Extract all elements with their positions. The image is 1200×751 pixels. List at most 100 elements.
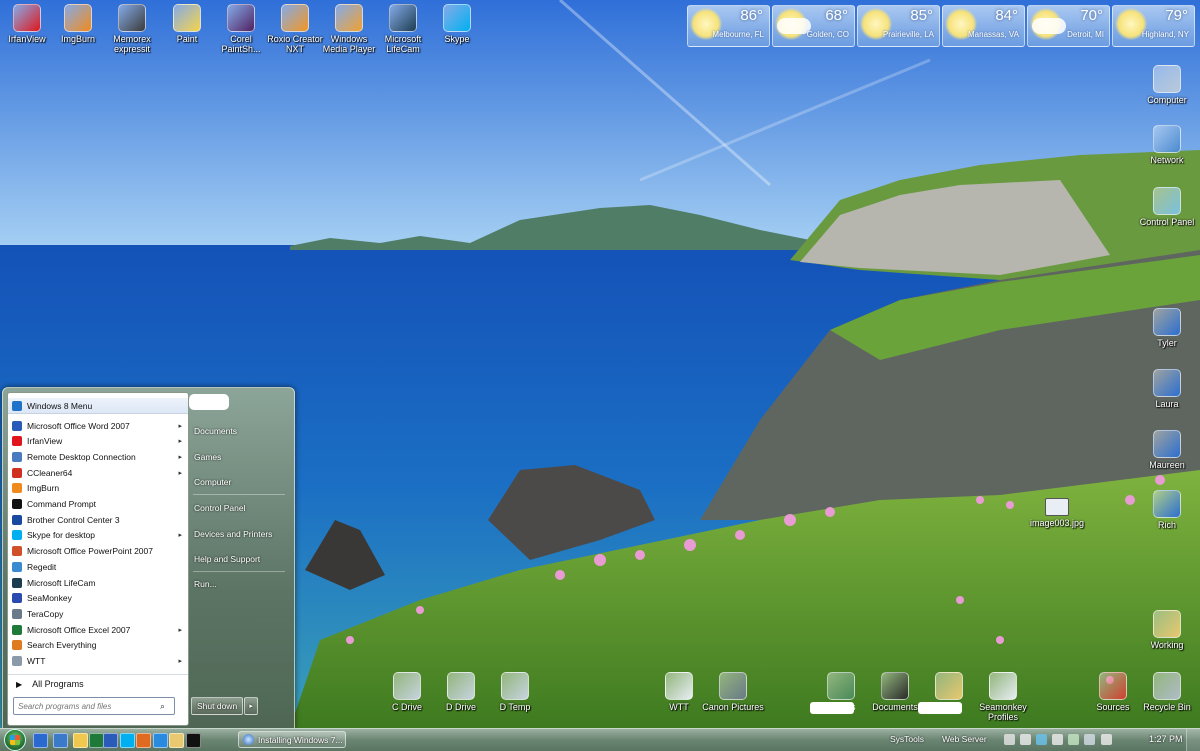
tray-sync-icon[interactable] bbox=[1036, 734, 1047, 745]
shutdown-options-arrow-icon[interactable]: ▸ bbox=[244, 697, 259, 715]
paintshop-shortcut[interactable]: Corel PaintSh... bbox=[210, 4, 272, 54]
user-laura-shortcut[interactable]: Laura bbox=[1136, 369, 1198, 409]
start-menu-item[interactable]: Remote Desktop Connection ▸ bbox=[8, 449, 188, 464]
media-player-shortcut[interactable]: Windows Media Player bbox=[318, 4, 380, 54]
start-menu-item[interactable]: Microsoft Office Word 2007 ▸ bbox=[8, 418, 188, 433]
user-rich-shortcut[interactable]: Rich bbox=[1136, 490, 1198, 530]
weather-gadget[interactable]: 86° Melbourne, FL 68° Golden, CO 85° Prairiev… bbox=[687, 5, 1195, 47]
all-programs-button[interactable]: ▶ All Programs bbox=[8, 674, 188, 693]
documents-blurred-shortcut[interactable]: Documents bbox=[810, 672, 872, 714]
start-orb-button[interactable] bbox=[4, 729, 26, 751]
ql-remote-desktop-icon[interactable] bbox=[53, 733, 68, 748]
image003-file-icon[interactable]: image003.jpg bbox=[1027, 498, 1087, 528]
sources-shortcut[interactable]: Sources bbox=[1082, 672, 1144, 712]
start-menu-item[interactable]: SeaMonkey bbox=[8, 591, 188, 606]
shutdown-button[interactable]: Shut down bbox=[191, 697, 244, 715]
start-menu-item[interactable]: WTT ▸ bbox=[8, 654, 188, 669]
wtt-shortcut[interactable]: WTT bbox=[648, 672, 710, 712]
show-desktop-button[interactable] bbox=[1186, 729, 1200, 751]
start-link-devices-and-printers[interactable]: Devices and Printers bbox=[189, 524, 289, 544]
clock[interactable]: 1:27 PM bbox=[1149, 734, 1183, 744]
start-search-input[interactable] bbox=[14, 700, 160, 712]
user-name-redacted[interactable] bbox=[189, 394, 229, 410]
start-link-computer[interactable]: Computer bbox=[189, 472, 289, 492]
taskbar-button-installing-windows7[interactable]: Installing Windows 7... bbox=[238, 731, 346, 748]
ql-ie-icon[interactable] bbox=[153, 733, 168, 748]
wtt-icon bbox=[665, 672, 693, 700]
webserver-toolbar[interactable]: Web Server bbox=[942, 734, 987, 744]
d-drive-shortcut[interactable]: D Drive bbox=[430, 672, 492, 712]
ql-excel-icon[interactable] bbox=[89, 733, 104, 748]
paint-shortcut[interactable]: Paint bbox=[156, 4, 218, 44]
weather-tile[interactable]: 68° Golden, CO bbox=[772, 5, 855, 47]
ql-folder-icon[interactable] bbox=[169, 733, 184, 748]
tray-flag-icon[interactable] bbox=[1052, 734, 1063, 745]
computer-shortcut[interactable]: Computer bbox=[1136, 65, 1198, 105]
desktop-icon-label: Roxio Creator NXT bbox=[267, 34, 323, 54]
weather-tile[interactable]: 86° Melbourne, FL bbox=[687, 5, 770, 47]
start-menu-item[interactable]: Skype for desktop ▸ bbox=[8, 528, 188, 543]
network-icon bbox=[1153, 125, 1181, 153]
weather-tile[interactable]: 70° Detroit, MI bbox=[1027, 5, 1110, 47]
lifecam-shortcut[interactable]: Microsoft LifeCam bbox=[372, 4, 434, 54]
search-icon[interactable]: ⌕ bbox=[160, 701, 165, 712]
tray-display-icon[interactable] bbox=[1084, 734, 1095, 745]
program-icon bbox=[12, 561, 22, 572]
start-item-windows8-menu[interactable]: Windows 8 Menu bbox=[8, 398, 188, 414]
d-drive-icon bbox=[447, 672, 475, 700]
start-menu-item[interactable]: Regedit bbox=[8, 559, 188, 574]
ql-cmd-icon[interactable] bbox=[186, 733, 201, 748]
weather-temperature: 68° bbox=[825, 7, 848, 24]
ql-word-icon[interactable] bbox=[103, 733, 118, 748]
roxio-shortcut[interactable]: Roxio Creator NXT bbox=[264, 4, 326, 54]
c-drive-shortcut[interactable]: C Drive bbox=[376, 672, 438, 712]
tray-volume-icon[interactable] bbox=[1101, 734, 1112, 745]
paintshop-icon bbox=[227, 4, 255, 32]
user-maureen-shortcut[interactable]: Maureen bbox=[1136, 430, 1198, 470]
start-menu-item[interactable]: Command Prompt bbox=[8, 497, 188, 512]
imgburn-shortcut[interactable]: ImgBurn bbox=[47, 4, 109, 44]
start-link-control-panel[interactable]: Control Panel bbox=[189, 498, 289, 518]
control-panel-shortcut[interactable]: Control Panel bbox=[1136, 187, 1198, 227]
memorex-shortcut[interactable]: Memorex expressit bbox=[101, 4, 163, 54]
menu-separator bbox=[193, 571, 285, 572]
image003-label: image003.jpg bbox=[1029, 518, 1085, 528]
weather-tile[interactable]: 85° Prairieville, LA bbox=[857, 5, 940, 47]
systools-toolbar[interactable]: SysTools bbox=[890, 734, 924, 744]
start-search-box[interactable]: ⌕ bbox=[13, 697, 175, 715]
skype-shortcut[interactable]: Skype bbox=[426, 4, 488, 44]
start-link-run[interactable]: Run... bbox=[189, 574, 289, 594]
start-menu-item[interactable]: CCleaner64 ▸ bbox=[8, 465, 188, 480]
ql-skype-icon[interactable] bbox=[120, 733, 135, 748]
user-tyler-shortcut[interactable]: Tyler bbox=[1136, 308, 1198, 348]
d-temp-shortcut[interactable]: D Temp bbox=[484, 672, 546, 712]
ql-show-desktop-icon[interactable] bbox=[33, 733, 48, 748]
start-menu-item[interactable]: TeraCopy bbox=[8, 606, 188, 621]
canon-pictures-shortcut[interactable]: Canon Pictures bbox=[702, 672, 764, 712]
working-folder-shortcut[interactable]: Working bbox=[1136, 610, 1198, 650]
start-link-help-and-support[interactable]: Help and Support bbox=[189, 549, 289, 569]
network-shortcut[interactable]: Network bbox=[1136, 125, 1198, 165]
desktop-icon-label: Computer bbox=[1147, 95, 1187, 105]
start-menu-item[interactable]: Microsoft LifeCam bbox=[8, 575, 188, 590]
tray-network-icon[interactable] bbox=[1020, 734, 1031, 745]
documents-shortcut[interactable]: Documents bbox=[864, 672, 926, 712]
start-menu-item[interactable]: Brother Control Center 3 bbox=[8, 512, 188, 527]
weather-tile[interactable]: 79° Highland, NY bbox=[1112, 5, 1195, 47]
start-link-documents[interactable]: Documents bbox=[189, 421, 289, 441]
seamonkey-profiles-shortcut[interactable]: Seamonkey Profiles bbox=[972, 672, 1034, 722]
tray-battery-icon[interactable] bbox=[1068, 734, 1079, 745]
irfanview-icon bbox=[13, 4, 41, 32]
tray-arrows-icon[interactable] bbox=[1004, 734, 1015, 745]
start-menu-item[interactable]: Microsoft Office PowerPoint 2007 bbox=[8, 544, 188, 559]
recycle-bin-shortcut[interactable]: Recycle Bin bbox=[1136, 672, 1198, 712]
start-menu-item[interactable]: ImgBurn bbox=[8, 481, 188, 496]
start-menu-item[interactable]: Search Everything bbox=[8, 638, 188, 653]
ql-seamonkey-icon[interactable] bbox=[136, 733, 151, 748]
start-menu-item[interactable]: Microsoft Office Excel 2007 ▸ bbox=[8, 622, 188, 637]
start-link-games[interactable]: Games bbox=[189, 447, 289, 467]
folder-blurred-shortcut[interactable] bbox=[918, 672, 980, 714]
ql-explorer-icon[interactable] bbox=[73, 733, 88, 748]
weather-tile[interactable]: 84° Manassas, VA bbox=[942, 5, 1025, 47]
start-menu-item[interactable]: IrfanView ▸ bbox=[8, 434, 188, 449]
